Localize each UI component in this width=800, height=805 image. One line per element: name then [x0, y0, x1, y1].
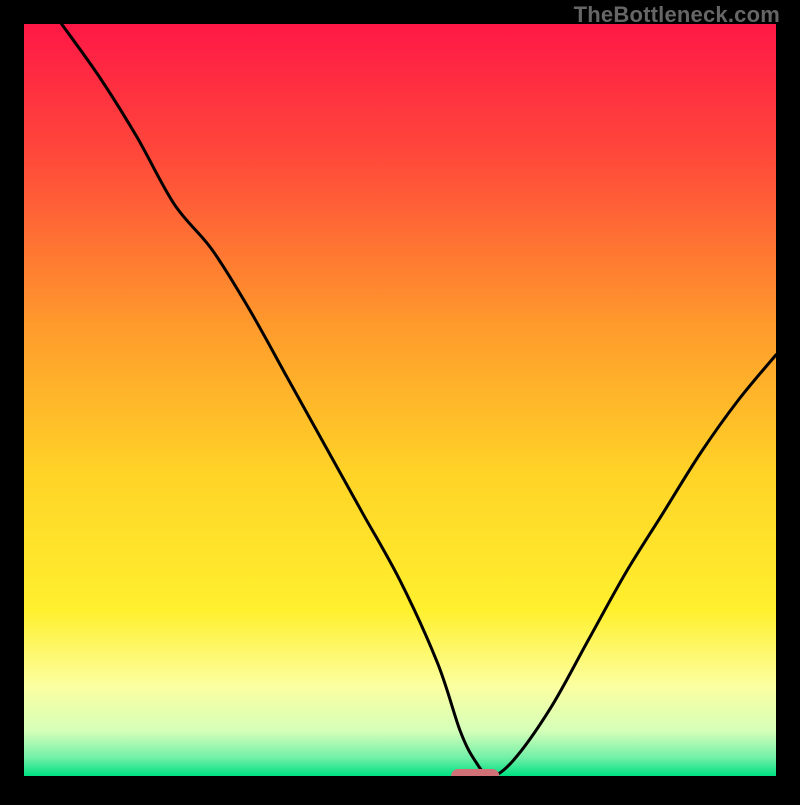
watermark-text: TheBottleneck.com — [574, 2, 780, 28]
chart-svg — [0, 0, 800, 800]
chart-frame — [0, 0, 800, 800]
